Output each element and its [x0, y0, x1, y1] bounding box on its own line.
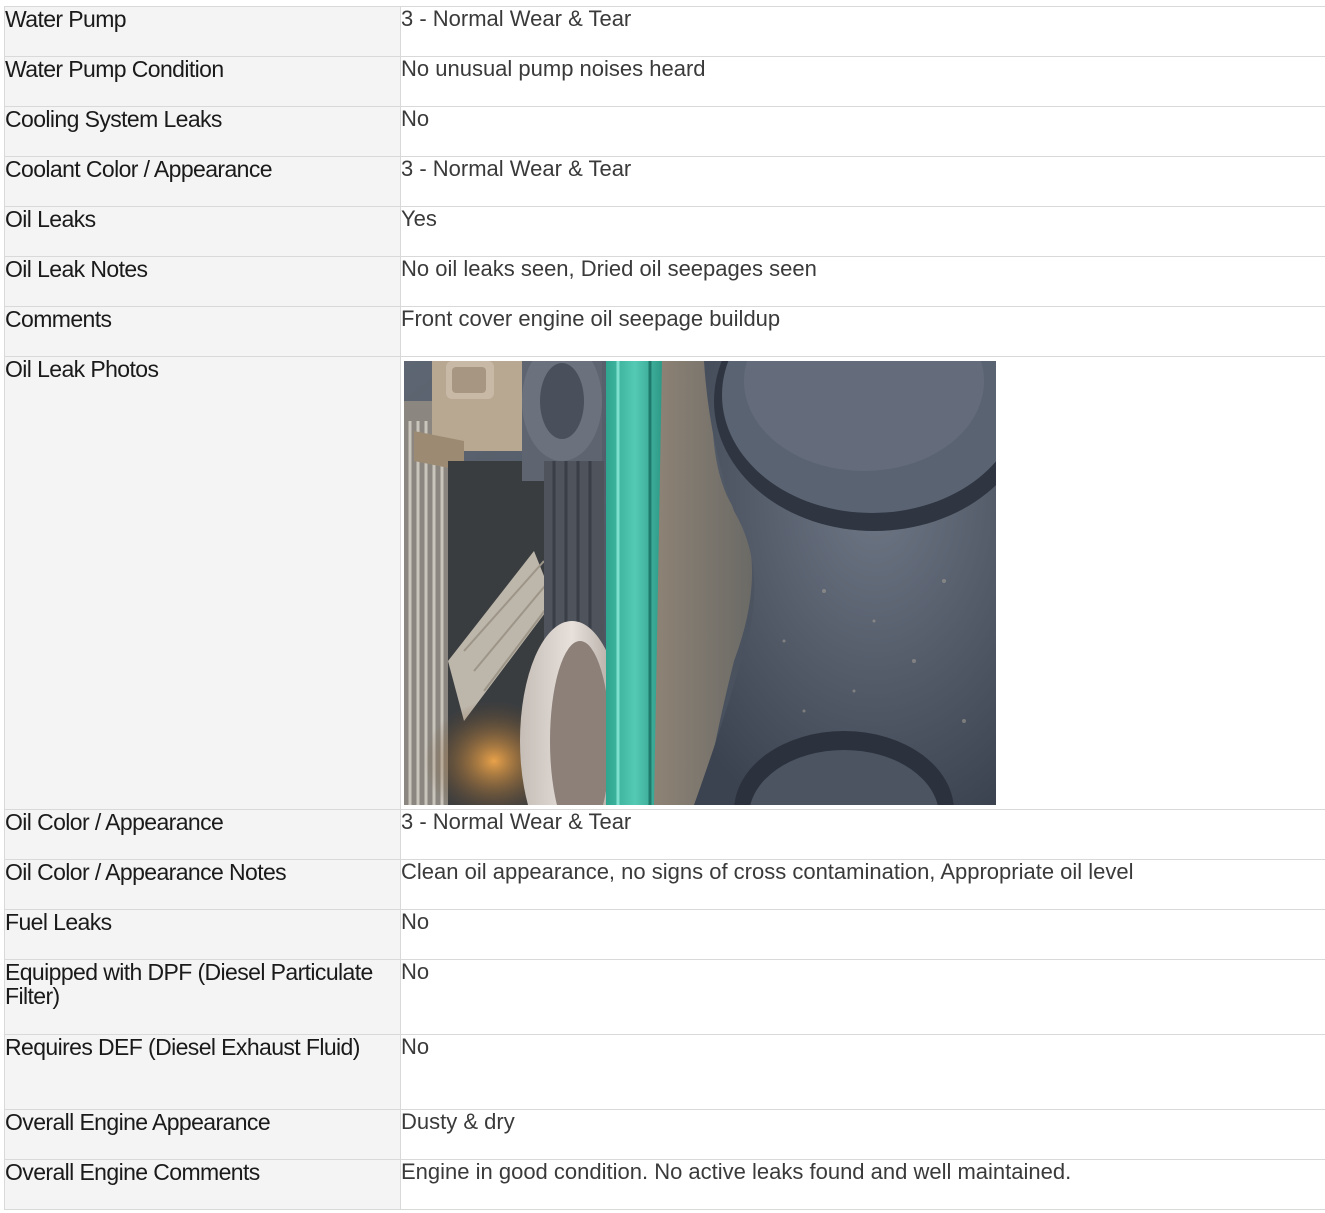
field-value: No	[400, 959, 1325, 1035]
field-label: Oil Leaks	[4, 206, 401, 257]
field-label: Oil Color / Appearance	[4, 809, 401, 860]
field-label: Water Pump	[4, 6, 401, 57]
field-value: Front cover engine oil seepage buildup	[400, 306, 1325, 357]
engine-inspection-table: Water Pump 3 - Normal Wear & Tear Water …	[4, 6, 1325, 1210]
field-value: Dusty & dry	[400, 1109, 1325, 1160]
inspection-report: Water Pump 3 - Normal Wear & Tear Water …	[4, 6, 1325, 1210]
table-row: Oil Color / Appearance 3 - Normal Wear &…	[4, 809, 1325, 860]
engine-photo-image	[404, 361, 996, 805]
field-label: Coolant Color / Appearance	[4, 156, 401, 207]
table-row: Oil Leak Notes No oil leaks seen, Dried …	[4, 256, 1325, 307]
field-value: No	[400, 909, 1325, 960]
field-value: No oil leaks seen, Dried oil seepages se…	[400, 256, 1325, 307]
field-value: 3 - Normal Wear & Tear	[400, 156, 1325, 207]
field-label: Water Pump Condition	[4, 56, 401, 107]
table-row: Oil Leak Photos	[4, 356, 1325, 810]
table-row: Water Pump 3 - Normal Wear & Tear	[4, 6, 1325, 57]
field-value: Engine in good condition. No active leak…	[400, 1159, 1325, 1210]
field-label: Oil Leak Photos	[4, 356, 401, 810]
field-label: Oil Color / Appearance Notes	[4, 859, 401, 910]
photo-cell	[400, 356, 1325, 810]
table-row: Requires DEF (Diesel Exhaust Fluid) No	[4, 1034, 1325, 1110]
field-label: Requires DEF (Diesel Exhaust Fluid)	[4, 1034, 401, 1110]
field-label: Equipped with DPF (Diesel Particulate Fi…	[4, 959, 401, 1035]
field-label: Fuel Leaks	[4, 909, 401, 960]
table-row: Coolant Color / Appearance 3 - Normal We…	[4, 156, 1325, 207]
table-row: Cooling System Leaks No	[4, 106, 1325, 157]
table-row: Overall Engine Appearance Dusty & dry	[4, 1109, 1325, 1160]
table-row: Fuel Leaks No	[4, 909, 1325, 960]
field-value: 3 - Normal Wear & Tear	[400, 6, 1325, 57]
table-row: Equipped with DPF (Diesel Particulate Fi…	[4, 959, 1325, 1035]
table-row: Oil Leaks Yes	[4, 206, 1325, 257]
field-value: No	[400, 1034, 1325, 1110]
table-row: Comments Front cover engine oil seepage …	[4, 306, 1325, 357]
field-label: Overall Engine Comments	[4, 1159, 401, 1210]
field-value: No unusual pump noises heard	[400, 56, 1325, 107]
oil-leak-photo[interactable]	[404, 361, 996, 805]
field-value: No	[400, 106, 1325, 157]
field-label: Cooling System Leaks	[4, 106, 401, 157]
field-value: Yes	[400, 206, 1325, 257]
table-row: Oil Color / Appearance Notes Clean oil a…	[4, 859, 1325, 910]
table-row: Overall Engine Comments Engine in good c…	[4, 1159, 1325, 1210]
table-row: Water Pump Condition No unusual pump noi…	[4, 56, 1325, 107]
field-label: Overall Engine Appearance	[4, 1109, 401, 1160]
field-label: Comments	[4, 306, 401, 357]
field-value: Clean oil appearance, no signs of cross …	[400, 859, 1325, 910]
field-value: 3 - Normal Wear & Tear	[400, 809, 1325, 860]
field-label: Oil Leak Notes	[4, 256, 401, 307]
